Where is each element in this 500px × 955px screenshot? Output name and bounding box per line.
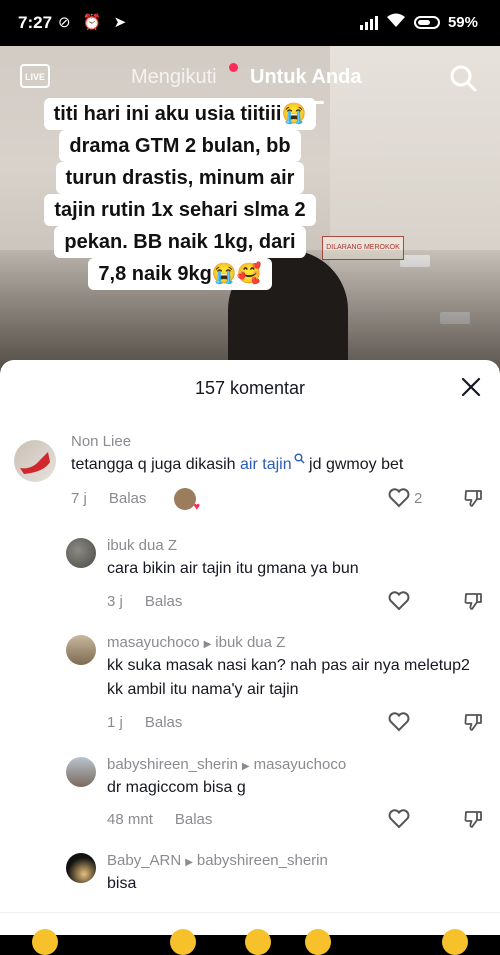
comment-age: 3 j	[107, 593, 123, 610]
avatar[interactable]	[66, 635, 96, 665]
avatar[interactable]	[66, 538, 96, 568]
comment-username: masayuchoco ▶ ibuk dua Z	[107, 634, 285, 651]
reply-arrow-icon: ▶	[203, 639, 212, 650]
reply-to-username[interactable]: ibuk dua Z	[215, 634, 285, 651]
video-caption: titi hari ini aku usia tiitiii😭 drama GT…	[30, 98, 330, 290]
comment-text: bisa	[107, 875, 137, 892]
reply-to-username[interactable]: masayuchoco	[254, 756, 347, 773]
caption-line: pekan. BB naik 1kg, dari	[54, 226, 306, 258]
avatar[interactable]	[14, 440, 56, 482]
comment-text: kk suka masak nasi kan? nah pas air nya …	[107, 657, 470, 698]
comment-text: dr magiccom bisa g	[107, 779, 246, 796]
username-text[interactable]: Baby_ARN	[107, 852, 181, 869]
battery-icon	[413, 16, 440, 29]
comment-age: 7 j	[71, 490, 87, 507]
caption-line: turun drastis, minum air	[55, 162, 305, 194]
comment-text-part: tetangga q juga dikasih	[71, 456, 241, 473]
comment-text: tetangga q juga dikasih air tajin jd gwm…	[71, 453, 451, 477]
notification-dot	[229, 63, 238, 72]
comment-age: 1 j	[107, 714, 123, 731]
tab-following[interactable]: Mengikuti	[131, 66, 217, 89]
heart-icon[interactable]	[388, 591, 410, 611]
username-text[interactable]: babyshireen_sherin	[107, 756, 238, 773]
dislike-icon[interactable]	[463, 591, 483, 611]
caption-line: titi hari ini aku usia tiitiii😭	[43, 98, 317, 130]
avatar[interactable]	[66, 757, 96, 787]
heart-icon[interactable]	[388, 712, 410, 732]
creator-liked-badge	[174, 488, 200, 513]
top-nav: LIVE Mengikuti Untuk Anda	[0, 60, 500, 104]
dislike-icon[interactable]	[463, 712, 483, 732]
status-bar: 7:27 ⊘ ⏰ ➤ 59%	[0, 0, 500, 46]
caption-line: drama GTM 2 bulan, bb	[59, 130, 301, 162]
comments-title: 157 komentar	[194, 378, 306, 398]
dislike-icon[interactable]	[463, 488, 483, 508]
reply-arrow-icon: ▶	[241, 761, 250, 772]
comments-sheet: 157 komentar Non Liee tetangga q juga di…	[0, 360, 500, 955]
comment-text-part: jd gwmoy bet	[304, 456, 404, 473]
emoji-icon[interactable]	[245, 929, 271, 955]
keyword-text: air tajin	[240, 456, 292, 473]
comment-username: babyshireen_sherin ▶ masayuchoco	[107, 756, 346, 773]
comment-meta: 1 j Balas	[107, 714, 182, 731]
status-time: 7:27	[18, 13, 53, 32]
dislike-icon[interactable]	[463, 809, 483, 829]
caption-line: tajin rutin 1x sehari slma 2	[44, 194, 316, 226]
avatar[interactable]	[66, 853, 96, 883]
comment-username: Baby_ARN ▶ babyshireen_sherin	[107, 852, 328, 869]
close-icon[interactable]	[460, 376, 482, 398]
tab-for-you[interactable]: Untuk Anda	[250, 66, 361, 89]
comment-meta: 7 j Balas	[71, 490, 146, 507]
emoji-icon[interactable]	[170, 929, 196, 955]
comment-meta: 3 j Balas	[107, 593, 182, 610]
reply-button[interactable]: Balas	[109, 490, 147, 507]
username-text[interactable]: masayuchoco	[107, 634, 200, 651]
comment-username[interactable]: ibuk dua Z	[107, 537, 177, 554]
emoji-icon[interactable]	[442, 929, 468, 955]
caption-line: 7,8 naik 9kg😭🥰	[88, 258, 272, 290]
status-right: 59%	[359, 13, 478, 32]
live-icon[interactable]: LIVE	[20, 64, 50, 88]
emoji-bar	[0, 912, 500, 955]
search-keyword-link[interactable]: air tajin	[240, 453, 305, 473]
notification-icons: ⊘ ⏰ ➤	[58, 14, 131, 31]
reply-to-username[interactable]: babyshireen_sherin	[197, 852, 328, 869]
comment-meta: 48 mnt Balas	[107, 811, 212, 828]
signal-icon	[359, 15, 378, 30]
comment-text: cara bikin air tajin itu gmana ya bun	[107, 560, 359, 577]
comment-age: 48 mnt	[107, 811, 153, 828]
reply-button[interactable]: Balas	[145, 593, 183, 610]
heart-icon[interactable]	[388, 809, 410, 829]
emoji-icon[interactable]	[32, 929, 58, 955]
emoji-icon[interactable]	[305, 929, 331, 955]
comment-username[interactable]: Non Liee	[71, 433, 131, 450]
red-shoe-icon	[20, 452, 50, 474]
like-count: 2	[414, 490, 423, 507]
heart-icon[interactable]	[388, 488, 410, 508]
search-icon[interactable]	[449, 64, 477, 92]
reply-button[interactable]: Balas	[145, 714, 183, 731]
reply-button[interactable]: Balas	[175, 811, 213, 828]
search-icon	[294, 453, 305, 464]
battery-percent: 59%	[447, 14, 478, 31]
wifi-icon	[386, 13, 406, 32]
reply-arrow-icon: ▶	[185, 857, 193, 868]
